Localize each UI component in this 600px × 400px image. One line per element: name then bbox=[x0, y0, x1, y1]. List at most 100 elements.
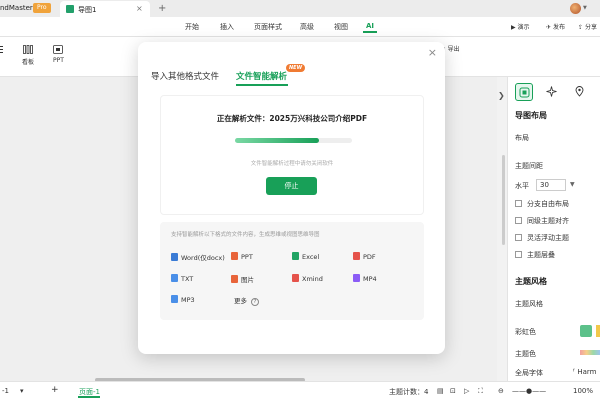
checkbox-topic-overlap[interactable] bbox=[515, 251, 522, 258]
theme-style-label: 主题风格 bbox=[515, 300, 543, 308]
tool-list[interactable] bbox=[0, 45, 10, 57]
format-ppt: PPT bbox=[231, 252, 253, 261]
audio-icon bbox=[171, 295, 178, 303]
chevron-right-icon: ❯ bbox=[498, 91, 505, 100]
word-icon bbox=[171, 253, 178, 261]
image-icon bbox=[231, 275, 238, 283]
zoom-out-icon[interactable]: ⊖ bbox=[498, 387, 504, 395]
zoom-level[interactable]: 100% bbox=[573, 387, 593, 395]
spacing-label: 主题间距 bbox=[515, 162, 543, 170]
menu-insert[interactable]: 插入 bbox=[220, 22, 234, 32]
app-name: ndMaster bbox=[0, 4, 33, 12]
format-excel: Excel bbox=[292, 252, 319, 261]
checkbox-label: 主题层叠 bbox=[527, 251, 555, 259]
rainbow-swatch[interactable] bbox=[580, 325, 592, 337]
txt-icon bbox=[171, 274, 178, 282]
current-page-indicator bbox=[78, 396, 100, 398]
fit-view-icon[interactable]: ⊡ bbox=[450, 387, 456, 395]
new-badge: NEW bbox=[286, 64, 306, 72]
import-dialog: × 导入其他格式文件 文件智能解析 NEW 正在解析文件：2025万兴科技公司介… bbox=[138, 42, 445, 354]
formats-note: 支持智能解析以下格式的文件内容，生成思维或视图思维导图 bbox=[171, 232, 320, 238]
topic-style-section-title: 主题风格 bbox=[515, 277, 547, 286]
supported-formats: 支持智能解析以下格式的文件内容，生成思维或视图思维导图 Word(仅docx) … bbox=[160, 222, 424, 320]
outline-view-icon[interactable]: ▤ bbox=[437, 387, 444, 395]
kanban-icon bbox=[23, 45, 33, 54]
title-bar: ndMaster Pro 导图1 × + ▼ bbox=[0, 0, 600, 17]
ppt-file-icon bbox=[231, 252, 238, 260]
help-icon[interactable]: ? bbox=[251, 298, 259, 306]
stop-button[interactable]: 停止 bbox=[266, 177, 317, 195]
global-font-select[interactable]: ᶠ Harm bbox=[573, 368, 596, 376]
format-image: 图片 bbox=[231, 274, 254, 284]
play-icon[interactable]: ▷ bbox=[464, 387, 469, 395]
close-tab-icon[interactable]: × bbox=[136, 4, 143, 13]
parse-hint: 文件智能解析过程中请勿关闭软件 bbox=[250, 161, 334, 167]
style-icon[interactable] bbox=[515, 83, 533, 101]
document-tab-label: 导图1 bbox=[78, 6, 97, 14]
horizontal-label: 水平 bbox=[515, 182, 529, 190]
right-panel: 导图布局 布局 主题间距 水平 30 ▼ 分支自由布局 同级主题对齐 灵活浮动主… bbox=[507, 77, 600, 381]
avatar[interactable] bbox=[570, 3, 581, 14]
rainbow-label: 彩虹色 bbox=[515, 328, 536, 336]
format-more[interactable]: 更多? bbox=[234, 295, 259, 306]
tab-smart-parse[interactable]: 文件智能解析 bbox=[236, 70, 287, 82]
horizontal-spacing-input[interactable]: 30 bbox=[536, 179, 566, 191]
page-nav[interactable]: -1 bbox=[2, 387, 9, 395]
parse-progress-card: 正在解析文件：2025万兴科技公司介绍PDF 文件智能解析过程中请勿关闭软件 停… bbox=[160, 95, 424, 215]
vertical-scrollbar[interactable] bbox=[502, 155, 505, 245]
share-button[interactable]: ⇪ 分享 bbox=[578, 22, 597, 31]
fullscreen-icon[interactable]: ⛶ bbox=[478, 387, 483, 396]
progress-bar bbox=[235, 138, 352, 143]
menu-view[interactable]: 视图 bbox=[334, 22, 348, 32]
tool-kanban[interactable]: 看板 bbox=[22, 45, 34, 66]
close-icon[interactable]: × bbox=[428, 46, 437, 59]
format-txt: TXT bbox=[171, 274, 193, 283]
layout-section-title: 导图布局 bbox=[515, 111, 547, 120]
tool-ppt[interactable]: PPT bbox=[53, 45, 64, 64]
menu-start[interactable]: 开始 bbox=[185, 22, 199, 32]
chevron-down-icon[interactable]: ▾ bbox=[20, 387, 24, 395]
checkbox-align-siblings[interactable] bbox=[515, 217, 522, 224]
menu-advanced[interactable]: 高级 bbox=[300, 22, 314, 32]
active-menu-indicator bbox=[363, 31, 377, 33]
document-tab[interactable]: 导图1 × bbox=[60, 1, 150, 17]
add-page-button[interactable]: + bbox=[51, 385, 59, 395]
menu-page-style[interactable]: 页面样式 bbox=[254, 22, 282, 32]
theme-color-label: 主题色 bbox=[515, 350, 536, 358]
new-tab-button[interactable]: + bbox=[158, 3, 166, 14]
rainbow-swatch-alt[interactable] bbox=[596, 325, 600, 337]
format-xmind: Xmind bbox=[292, 274, 323, 283]
menu-ai[interactable]: AI bbox=[366, 22, 374, 30]
xmind-icon bbox=[292, 274, 299, 282]
list-icon bbox=[0, 46, 3, 53]
checkbox-floating-topics[interactable] bbox=[515, 234, 522, 241]
sparkle-icon[interactable] bbox=[543, 83, 561, 101]
format-mp4: MP4 bbox=[353, 274, 377, 283]
checkbox-label: 同级主题对齐 bbox=[527, 217, 569, 225]
present-button[interactable]: ▶ 演示 bbox=[511, 22, 530, 31]
layout-label: 布局 bbox=[515, 134, 529, 142]
progress-fill bbox=[235, 138, 320, 143]
theme-color-swatch[interactable] bbox=[580, 350, 600, 355]
document-icon bbox=[66, 5, 74, 13]
format-mp3: MP3 bbox=[171, 295, 195, 304]
active-tab-indicator bbox=[236, 84, 288, 86]
pdf-icon bbox=[353, 252, 360, 260]
publish-button[interactable]: ✈ 发布 bbox=[546, 22, 565, 31]
tab-import-other[interactable]: 导入其他格式文件 bbox=[151, 70, 219, 82]
checkbox-free-layout[interactable] bbox=[515, 200, 522, 207]
checkbox-label: 灵活浮动主题 bbox=[527, 234, 569, 242]
menu-bar: 开始 插入 页面样式 高级 视图 AI bbox=[0, 17, 600, 37]
format-word: Word(仅docx) bbox=[171, 252, 225, 262]
checkbox-label: 分支自由布局 bbox=[527, 200, 569, 208]
excel-icon bbox=[292, 252, 299, 260]
chevron-down-icon[interactable]: ▼ bbox=[583, 5, 587, 11]
chevron-down-icon[interactable]: ▼ bbox=[570, 181, 575, 188]
pro-badge[interactable]: Pro bbox=[33, 3, 51, 13]
ppt-icon bbox=[53, 45, 64, 54]
parse-title: 正在解析文件：2025万兴科技公司介绍PDF bbox=[216, 114, 368, 123]
format-pdf: PDF bbox=[353, 252, 376, 261]
topic-count: 主题计数：4 bbox=[389, 388, 429, 396]
zoom-slider[interactable]: ——●—— bbox=[512, 387, 546, 395]
location-icon[interactable] bbox=[571, 83, 589, 101]
